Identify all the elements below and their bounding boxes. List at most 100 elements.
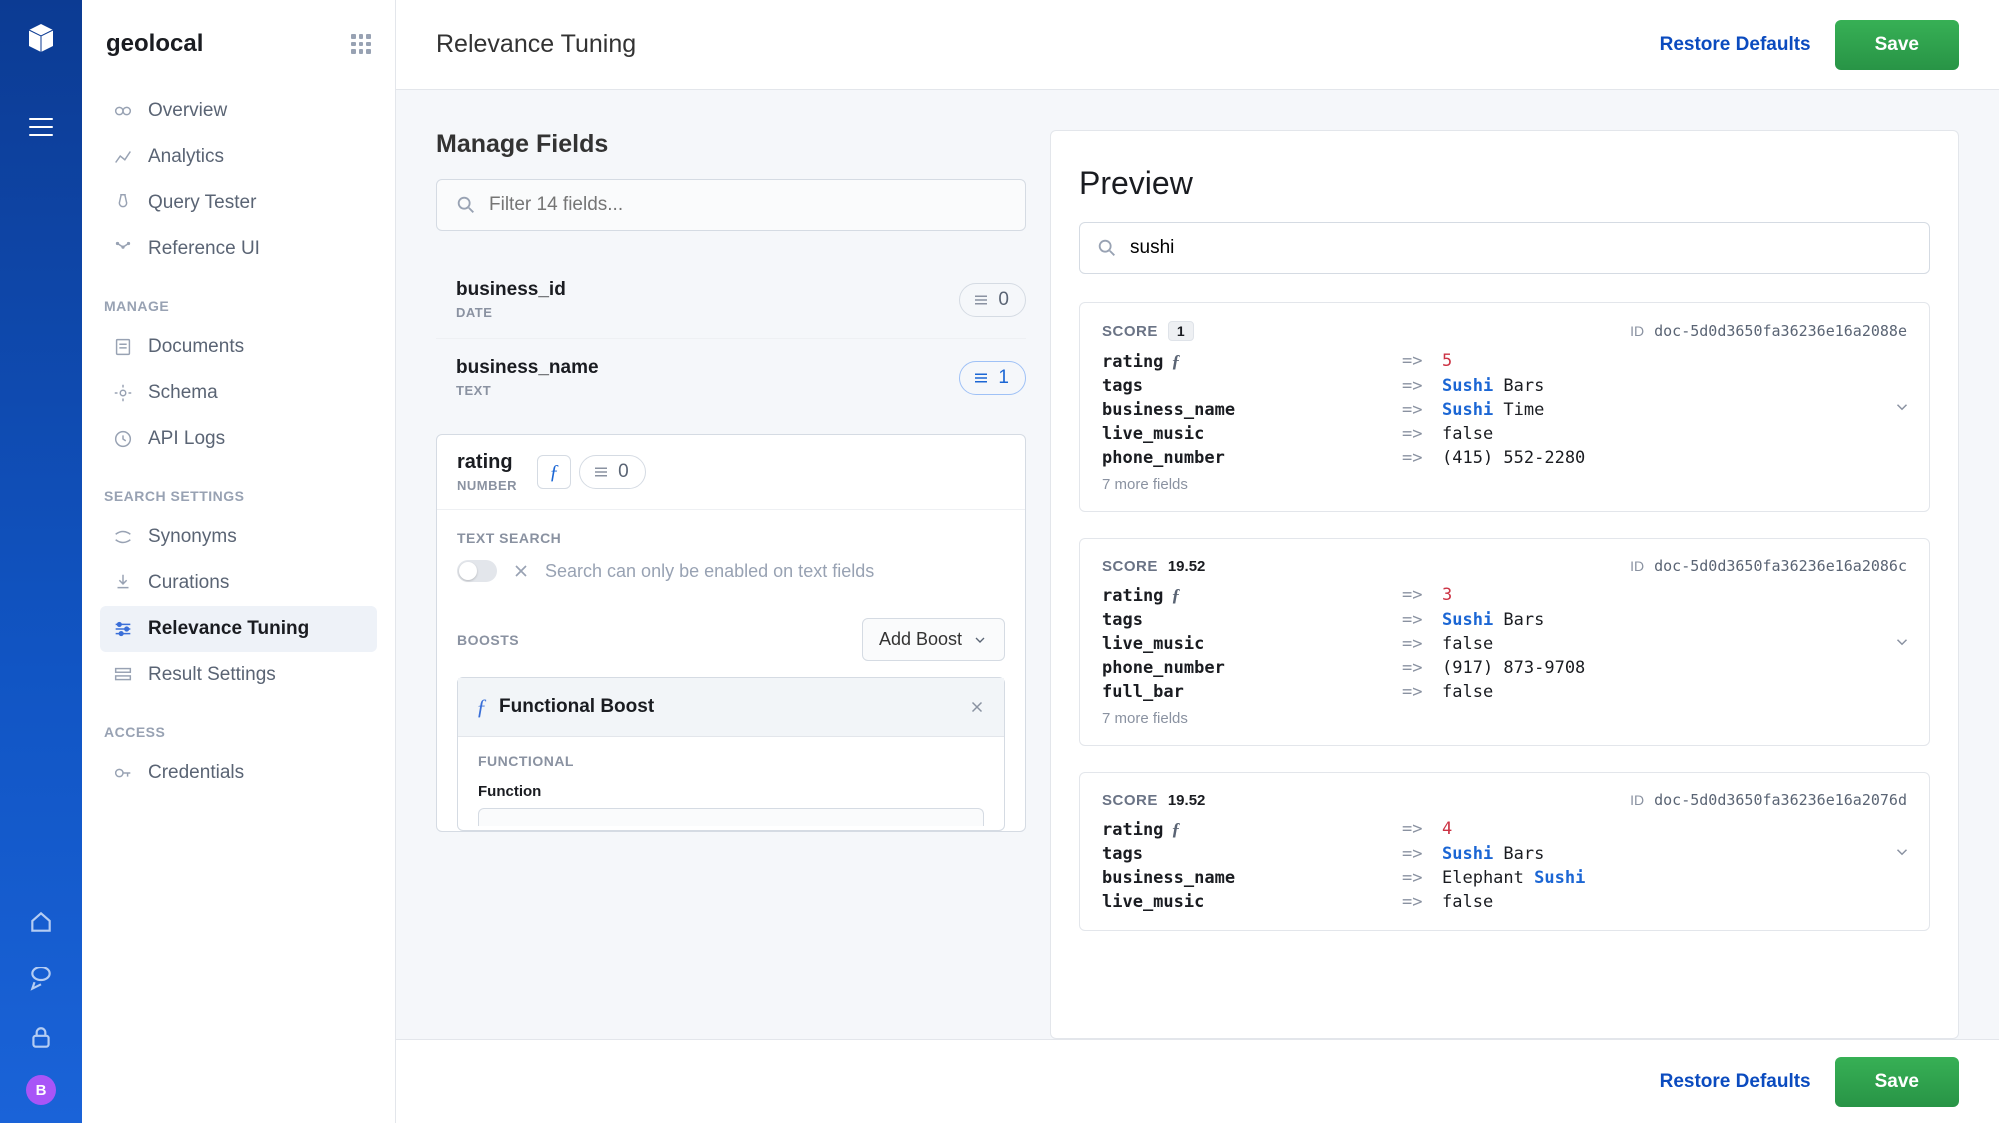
tuning-count-badge: 0 <box>959 283 1026 317</box>
preview-search[interactable] <box>1079 222 1930 274</box>
field-value: (415) 552-2280 <box>1442 448 1907 468</box>
function-select[interactable] <box>478 808 984 826</box>
function-icon: ƒ <box>1171 351 1180 372</box>
manage-fields-title: Manage Fields <box>436 130 1026 159</box>
arrow: => <box>1402 892 1442 912</box>
sidebar-item-credentials[interactable]: Credentials <box>100 750 377 796</box>
arrow: => <box>1402 376 1442 396</box>
sidebar-item-label: Query Tester <box>148 192 256 214</box>
preview-search-input[interactable] <box>1130 237 1913 259</box>
restore-defaults-button[interactable]: Restore Defaults <box>1660 34 1811 56</box>
functional-label: FUNCTIONAL <box>478 753 984 769</box>
id-label: ID <box>1630 792 1644 808</box>
doc-id: doc-5d0d3650fa36236e16a2088e <box>1654 322 1907 340</box>
field-value: false <box>1442 892 1907 912</box>
chevron-down-icon[interactable] <box>1893 633 1911 651</box>
field-value: Sushi Time <box>1442 400 1907 420</box>
close-icon[interactable] <box>968 698 986 716</box>
function-field-label: Function <box>478 783 984 800</box>
result-card[interactable]: SCORE1IDdoc-5d0d3650fa36236e16a2088erati… <box>1079 302 1930 512</box>
function-icon: ƒ <box>537 455 571 489</box>
text-search-toggle <box>457 560 497 582</box>
arrow: => <box>1402 585 1442 606</box>
field-row[interactable]: business_name TEXT 1 <box>436 339 1026 416</box>
field-value: false <box>1442 682 1907 702</box>
function-icon: ƒ <box>1171 819 1180 840</box>
sidebar-item-label: Schema <box>148 382 218 404</box>
field-name: business_name <box>456 357 599 379</box>
chat-icon[interactable] <box>28 967 54 993</box>
field-key: tags <box>1102 610 1402 630</box>
sidebar-item-relevance-tuning[interactable]: Relevance Tuning <box>100 606 377 652</box>
engine-switcher-icon[interactable] <box>351 34 371 54</box>
sidebar-item-analytics[interactable]: Analytics <box>100 134 377 180</box>
boosts-label: BOOSTS <box>457 632 519 648</box>
field-key: live_music <box>1102 424 1402 444</box>
save-button[interactable]: Save <box>1835 20 1959 70</box>
score-label: SCORE <box>1102 558 1158 575</box>
engine-name: geolocal <box>106 30 203 58</box>
field-name: business_id <box>456 279 566 301</box>
arrow: => <box>1402 819 1442 840</box>
sidebar-item-result-settings[interactable]: Result Settings <box>100 652 377 698</box>
add-boost-button[interactable]: Add Boost <box>862 618 1005 661</box>
arrow: => <box>1402 868 1442 888</box>
field-value: Sushi Bars <box>1442 610 1907 630</box>
search-icon <box>1096 237 1118 259</box>
sidebar-heading-manage: MANAGE <box>104 298 373 314</box>
field-key: phone_number <box>1102 658 1402 678</box>
sidebar-item-label: Documents <box>148 336 244 358</box>
more-fields: 7 more fields <box>1102 476 1907 493</box>
menu-icon[interactable] <box>29 118 53 136</box>
score-label: SCORE <box>1102 323 1158 340</box>
sliders-icon <box>592 463 610 481</box>
sidebar-item-label: Synonyms <box>148 526 237 548</box>
field-value: Sushi Bars <box>1442 844 1907 864</box>
sidebar-item-documents[interactable]: Documents <box>100 324 377 370</box>
page-title: Relevance Tuning <box>436 30 636 59</box>
field-value: (917) 873-9708 <box>1442 658 1907 678</box>
avatar[interactable]: B <box>26 1075 56 1105</box>
sliders-icon <box>972 369 990 387</box>
filter-fields-input[interactable] <box>436 179 1026 231</box>
arrow: => <box>1402 400 1442 420</box>
field-key: rating ƒ <box>1102 819 1402 840</box>
sidebar-heading-search: SEARCH SETTINGS <box>104 488 373 504</box>
arrow: => <box>1402 351 1442 372</box>
sidebar-item-label: Credentials <box>148 762 244 784</box>
result-card[interactable]: SCORE19.52IDdoc-5d0d3650fa36236e16a2076d… <box>1079 772 1930 931</box>
sidebar-item-overview[interactable]: Overview <box>100 88 377 134</box>
topbar: Relevance Tuning Restore Defaults Save <box>396 0 1999 90</box>
id-label: ID <box>1630 323 1644 339</box>
field-value: Sushi Bars <box>1442 376 1907 396</box>
filter-input[interactable] <box>489 194 1007 216</box>
sidebar-item-query-tester[interactable]: Query Tester <box>100 180 377 226</box>
chevron-down-icon[interactable] <box>1893 843 1911 861</box>
sidebar-item-schema[interactable]: Schema <box>100 370 377 416</box>
field-key: business_name <box>1102 400 1402 420</box>
sidebar-item-label: Analytics <box>148 146 224 168</box>
arrow: => <box>1402 844 1442 864</box>
field-row[interactable]: business_id DATE 0 <box>436 261 1026 339</box>
save-button[interactable]: Save <box>1835 1057 1959 1107</box>
sidebar-item-curations[interactable]: Curations <box>100 560 377 606</box>
result-card[interactable]: SCORE19.52IDdoc-5d0d3650fa36236e16a2086c… <box>1079 538 1930 746</box>
field-value: false <box>1442 634 1907 654</box>
home-icon[interactable] <box>28 909 54 935</box>
score-label: SCORE <box>1102 792 1158 809</box>
restore-defaults-button[interactable]: Restore Defaults <box>1660 1071 1811 1093</box>
sliders-icon <box>972 291 990 309</box>
sidebar-item-synonyms[interactable]: Synonyms <box>100 514 377 560</box>
chevron-down-icon[interactable] <box>1893 398 1911 416</box>
score-value: 19.52 <box>1168 558 1206 575</box>
product-logo <box>21 18 61 58</box>
sidebar-item-reference-ui[interactable]: Reference UI <box>100 226 377 272</box>
bottombar: Restore Defaults Save <box>396 1039 1999 1123</box>
field-key: live_music <box>1102 634 1402 654</box>
field-key: phone_number <box>1102 448 1402 468</box>
lock-icon[interactable] <box>28 1025 54 1051</box>
function-icon: ƒ <box>476 694 487 720</box>
sidebar-item-api-logs[interactable]: API Logs <box>100 416 377 462</box>
field-value: 5 <box>1442 351 1907 372</box>
disabled-icon <box>511 561 531 581</box>
